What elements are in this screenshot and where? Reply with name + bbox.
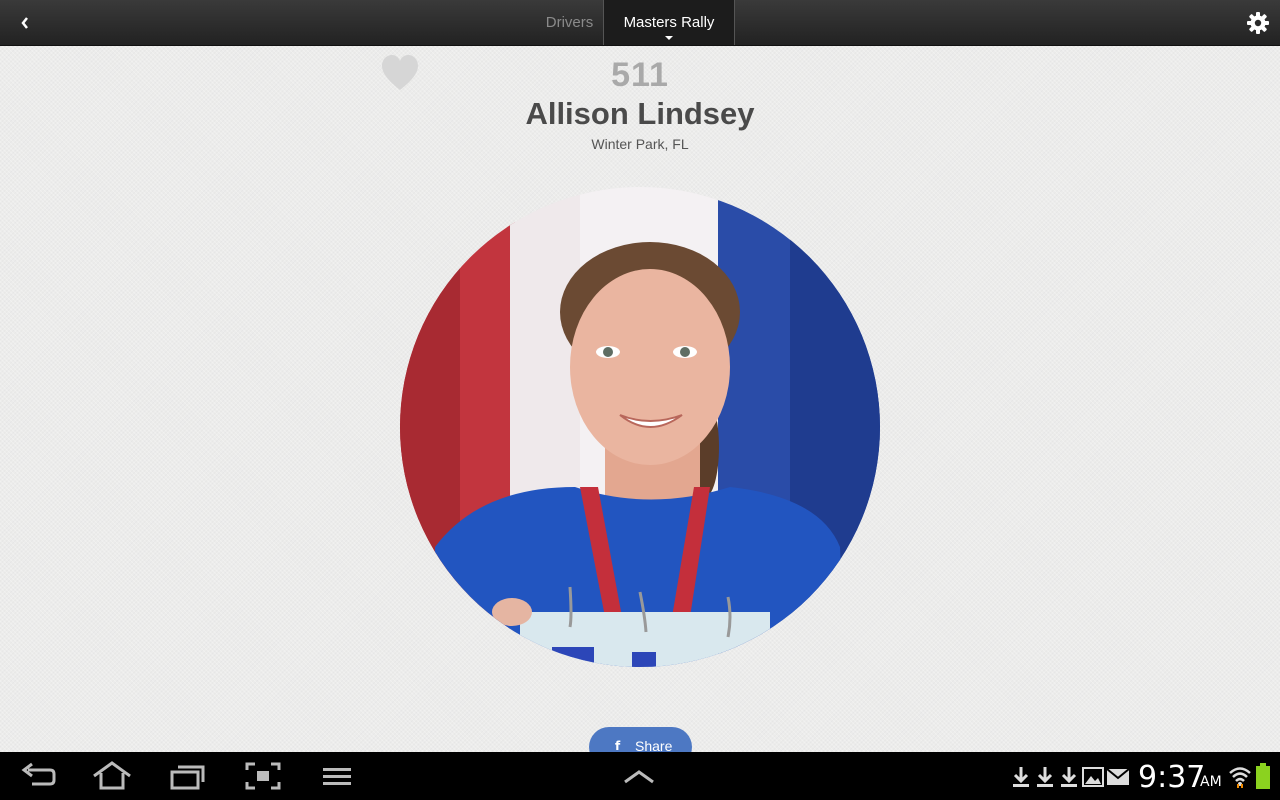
download-icon [1061, 767, 1077, 787]
expand-up-icon [624, 770, 654, 784]
driver-photo [400, 187, 880, 667]
back-icon [21, 762, 56, 786]
menu-icon [323, 768, 351, 785]
expand-button[interactable] [622, 760, 656, 792]
driver-name: Allison Lindsey [525, 96, 755, 131]
dropdown-caret-icon [665, 36, 673, 40]
system-back-button[interactable] [20, 760, 58, 792]
gmail-icon [1106, 768, 1130, 785]
settings-button[interactable] [1246, 11, 1270, 35]
driver-number: 511 [611, 56, 669, 94]
tab-drivers-label: Drivers [545, 14, 594, 31]
battery-icon [1256, 763, 1270, 789]
recent-apps-icon [170, 765, 205, 790]
clock-time: 9:37 [1138, 760, 1206, 795]
download-icon [1013, 767, 1029, 787]
screenshot-button[interactable] [245, 760, 281, 792]
system-navigation-bar: 9:37 AM [0, 752, 1280, 800]
wifi-icon [1229, 767, 1251, 788]
screenshot-icon [245, 762, 281, 790]
driver-location: Winter Park, FL [591, 136, 689, 152]
menu-button[interactable] [322, 760, 352, 792]
home-button[interactable] [92, 760, 132, 792]
tab-masters-rally[interactable]: Masters Rally [603, 0, 735, 45]
home-icon [93, 761, 131, 790]
gear-icon [1247, 12, 1269, 34]
recent-apps-button[interactable] [170, 760, 206, 792]
download-icon [1037, 767, 1053, 787]
gallery-icon [1082, 767, 1104, 787]
tab-masters-rally-label: Masters Rally [623, 14, 715, 31]
action-bar: Drivers Masters Rally [0, 0, 1280, 46]
chevron-left-icon [21, 17, 28, 29]
facebook-icon: f [615, 739, 621, 753]
tab-drivers[interactable]: Drivers [536, 0, 603, 45]
clock-ampm: AM [1200, 774, 1222, 790]
back-button[interactable] [0, 0, 50, 46]
